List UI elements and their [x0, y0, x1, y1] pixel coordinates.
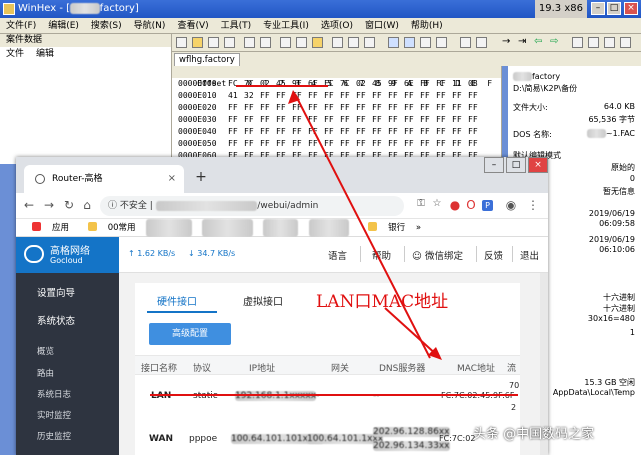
watermark: 头条 @中国数码之家	[473, 427, 595, 442]
annotation-arrow-up	[294, 93, 431, 359]
annotation-overlay	[150, 85, 518, 396]
annotation-arrow-down	[384, 307, 439, 357]
